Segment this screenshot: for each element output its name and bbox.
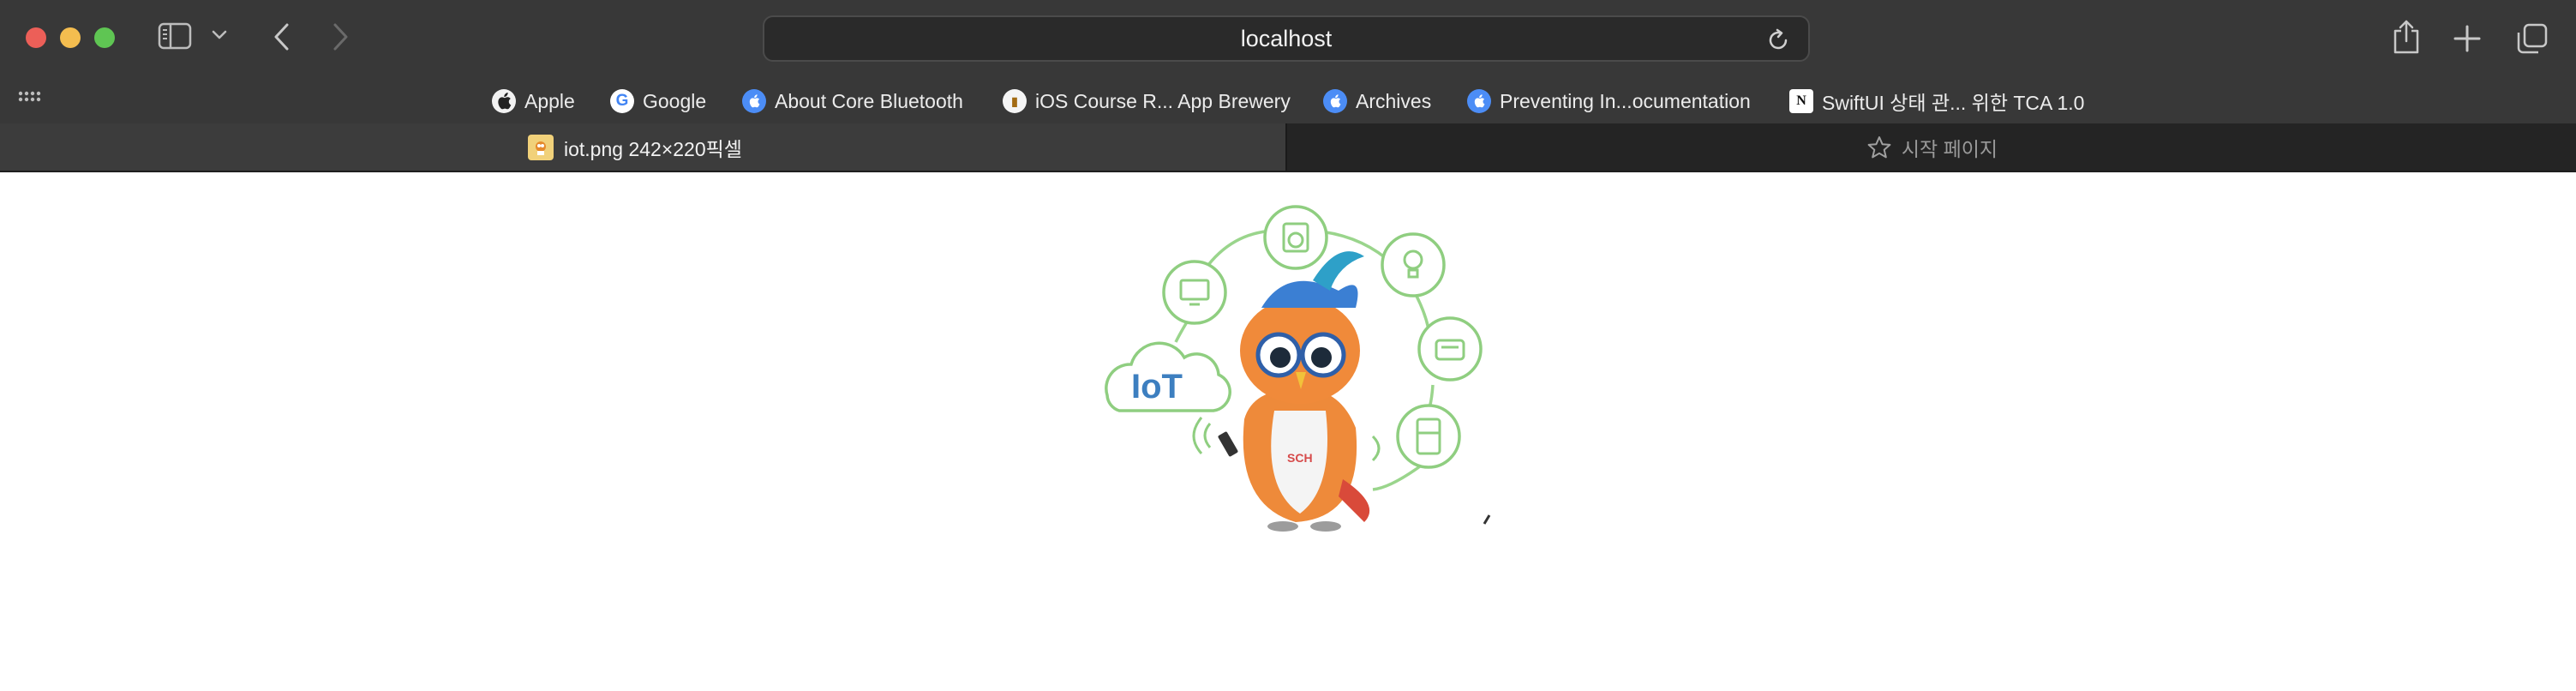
minimize-window-button[interactable] xyxy=(60,27,81,48)
favorite-label: Google xyxy=(643,89,707,112)
notion-icon: N xyxy=(1789,89,1813,113)
favorite-label: Apple xyxy=(524,89,575,112)
apple-icon xyxy=(492,89,516,113)
washing-machine-circle xyxy=(1263,205,1328,270)
back-button[interactable] xyxy=(273,22,291,51)
sidebar-toggle-button[interactable] xyxy=(158,22,192,50)
favorite-swiftui-tca[interactable]: N SwiftUI 상태 관... 위한 TCA 1.0 xyxy=(1789,84,2084,118)
tab-label: 시작 페이지 xyxy=(1901,138,1998,160)
chevron-right-icon xyxy=(333,23,348,51)
chevron-left-icon xyxy=(274,23,289,51)
star-icon xyxy=(1867,136,1891,159)
sidebar-icon xyxy=(158,22,192,50)
plus-icon xyxy=(2453,25,2481,52)
page-content: IoT SCH xyxy=(0,172,2576,691)
favorite-about-core-bluetooth[interactable]: About Core Bluetooth xyxy=(742,84,963,118)
favorites-bar: Apple G Google About Core Bluetooth ▮ iO… xyxy=(0,77,2576,123)
grid-icon xyxy=(18,91,41,102)
favorite-google[interactable]: G Google xyxy=(610,84,706,118)
address-bar[interactable]: localhost xyxy=(763,15,1810,62)
tab-overview-button[interactable] xyxy=(2516,22,2549,55)
new-tab-button[interactable] xyxy=(2453,24,2482,53)
iot-cloud-text: IoT xyxy=(1131,368,1183,406)
favorite-label: About Core Bluetooth xyxy=(775,89,963,112)
url-text: localhost xyxy=(1240,25,1333,51)
tab-bar: iot.png 242×220픽셀 시작 페이지 xyxy=(0,123,2576,171)
favorite-label: Preventing In...ocumentation xyxy=(1500,89,1751,112)
apple-docs-icon xyxy=(1467,89,1491,113)
image-file-icon xyxy=(528,135,554,160)
favorite-ios-course[interactable]: ▮ iOS Course R... App Brewery xyxy=(1003,84,1291,118)
tab-group-menu-button[interactable] xyxy=(211,29,228,41)
tab-overview-icon xyxy=(2517,23,2548,54)
tab-label: iot.png 242×220픽셀 xyxy=(564,138,742,160)
share-button[interactable] xyxy=(2391,19,2422,55)
apple-docs-icon xyxy=(1323,89,1347,113)
share-icon xyxy=(2393,20,2419,54)
tab-title: 시작 페이지 xyxy=(1287,134,2576,161)
favorite-archives[interactable]: Archives xyxy=(1323,84,1431,118)
favorite-label: SwiftUI 상태 관... 위한 TCA 1.0 xyxy=(1822,92,2085,114)
badge-text: SCH xyxy=(1287,451,1313,465)
forward-button[interactable] xyxy=(331,22,350,51)
tab-title: iot.png 242×220픽셀 xyxy=(528,134,742,161)
chevron-down-icon xyxy=(212,30,227,39)
zoom-window-button[interactable] xyxy=(94,27,115,48)
title-bar: localhost xyxy=(0,0,2576,77)
reload-icon xyxy=(1769,28,1788,50)
all-bookmarks-button[interactable] xyxy=(17,89,43,114)
favorite-label: Archives xyxy=(1356,89,1432,112)
favorite-label: iOS Course R... App Brewery xyxy=(1035,89,1291,112)
tab-start-page[interactable]: 시작 페이지 xyxy=(1285,123,2576,171)
iot-mascot-illustration: IoT SCH xyxy=(1105,205,1491,532)
app-brewery-icon: ▮ xyxy=(1003,89,1027,113)
apple-docs-icon xyxy=(742,89,766,113)
favorite-apple[interactable]: Apple xyxy=(492,84,575,118)
tab-iot-png[interactable]: iot.png 242×220픽셀 xyxy=(0,123,1285,171)
iot-mascot-image: IoT SCH xyxy=(1081,179,1496,543)
close-window-button[interactable] xyxy=(26,27,46,48)
favorite-preventing-documentation[interactable]: Preventing In...ocumentation xyxy=(1467,84,1751,118)
google-icon: G xyxy=(610,89,634,113)
reload-button[interactable] xyxy=(1765,27,1791,57)
